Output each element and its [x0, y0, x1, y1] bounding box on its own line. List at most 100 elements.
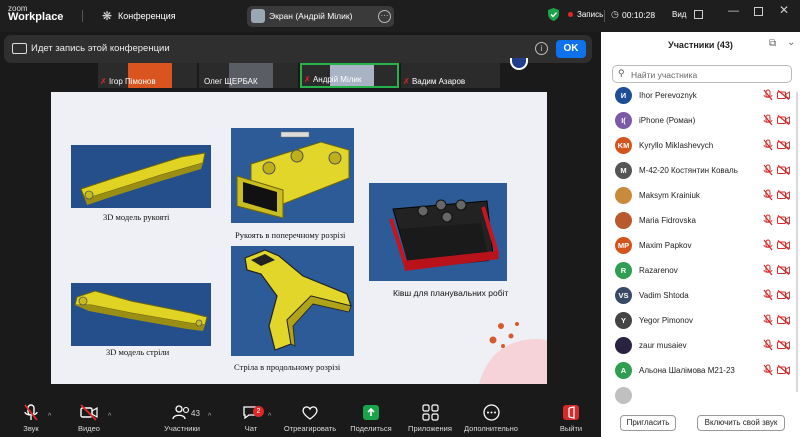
avatar: KM	[615, 137, 632, 154]
leave-button[interactable]: Выйти	[556, 404, 586, 434]
scrollbar[interactable]	[796, 92, 798, 392]
info-icon[interactable]: i	[535, 42, 548, 55]
participant-row[interactable]: I(iPhone (Роман)	[601, 109, 796, 134]
participant-row[interactable]: MP Maxim Papkov	[601, 234, 796, 259]
audio-label: Звук	[23, 424, 39, 433]
thumbnail-name: ✗ Ігор Пімонов	[100, 77, 156, 86]
participant-row[interactable]: А Альона Шалімова М21-23	[601, 359, 796, 384]
record-dot-icon	[568, 12, 573, 17]
grid-view-icon[interactable]	[694, 10, 703, 19]
avatar	[510, 58, 528, 70]
muted-mic-icon: ✗	[403, 77, 410, 86]
participants-caret-icon[interactable]: ^	[208, 413, 211, 420]
video-thumbnail[interactable]: ✗ Ігор Пімонов	[98, 63, 197, 88]
record-label[interactable]: Запись	[577, 10, 603, 19]
participant-name: Maksym Krainiuk	[639, 191, 700, 200]
muted-mic-icon	[763, 314, 773, 326]
muted-mic-icon	[763, 289, 773, 301]
handle-3d-caption: 3D модель рукояті	[103, 212, 170, 222]
chat-label: Чат	[244, 424, 258, 433]
recording-banner: Идет запись этой конференции i OK	[4, 35, 592, 63]
invite-button[interactable]: Пригласить	[620, 415, 676, 431]
conference-label[interactable]: Конференция	[118, 11, 176, 21]
video-off-icon	[80, 404, 98, 421]
participant-name: Razarenov	[639, 266, 678, 275]
react-button[interactable]: Отреагировать	[282, 404, 338, 434]
share-button[interactable]: Поделиться	[348, 404, 394, 434]
participant-row[interactable]: M M-42-20 Костянтин Коваль	[601, 159, 796, 184]
more-icon[interactable]: ···	[378, 10, 391, 23]
boom-3d-image	[71, 283, 211, 346]
participants-panel: Участники (43) ⧉ ⌄ ⚲ Найти участника И Ih…	[601, 32, 800, 437]
participant-name: Ihor Perevoznyk	[639, 91, 697, 100]
muted-mic-icon	[763, 89, 773, 101]
video-options-caret-icon[interactable]: ^	[108, 413, 111, 420]
thumbnail-name: Олег ЩЕРБАК	[204, 77, 258, 86]
screen-share-pill[interactable]: Экран (Андрій Мілик) ···	[247, 6, 394, 27]
participant-row[interactable]: И Ihor Perevoznyk	[601, 84, 796, 109]
participant-name: iPhone (Роман)	[639, 116, 696, 125]
video-off-icon	[777, 90, 790, 100]
view-label[interactable]: Вид	[672, 10, 686, 19]
avatar: VS	[615, 287, 632, 304]
screen-share-label: Экран (Андрій Мілик)	[269, 11, 353, 21]
participants-label: Участники	[164, 424, 200, 433]
muted-mic-icon	[763, 164, 773, 176]
video-thumbnail-active[interactable]: ✗ Андрій Мілик	[300, 63, 399, 88]
close-icon[interactable]: ✕	[779, 3, 789, 17]
muted-mic-icon	[763, 339, 773, 351]
avatar	[615, 212, 632, 229]
video-off-icon	[777, 240, 790, 250]
participant-name: Maria Fidrovska	[639, 216, 696, 225]
chat-caret-icon[interactable]: ^	[268, 413, 271, 420]
participant-name: Yegor Pimonov	[639, 316, 693, 325]
boom-3d-caption: 3D модель стріли	[106, 347, 170, 357]
divider	[82, 10, 83, 22]
video-off-icon	[777, 265, 790, 275]
ok-button[interactable]: OK	[556, 40, 586, 58]
audio-button[interactable]: Звук	[16, 404, 46, 434]
participant-row[interactable]: KM Kyryllo Miklashevych	[601, 134, 796, 159]
participant-row[interactable]: R Razarenov	[601, 259, 796, 284]
participant-name: Maxim Papkov	[639, 241, 692, 250]
video-off-icon	[777, 340, 790, 350]
thumbnail-name-text: Андрій Мілик	[312, 75, 362, 84]
leave-label: Выйти	[559, 424, 583, 433]
thumbnail-name: ✗ Андрій Мілик	[304, 75, 361, 84]
participant-row[interactable]	[601, 384, 796, 408]
video-label: Видео	[78, 424, 100, 433]
react-label: Отреагировать	[283, 424, 337, 433]
handle-3d-image	[71, 145, 211, 208]
more-label: Дополнительно	[464, 424, 518, 433]
bucket-image	[369, 183, 507, 281]
handle-section-image	[231, 128, 354, 223]
video-off-icon	[777, 215, 790, 225]
shield-icon[interactable]	[548, 8, 559, 21]
people-icon	[172, 405, 190, 420]
participant-row[interactable]: Maksym Krainiuk	[601, 184, 796, 209]
meeting-toolbar: Звук ^ Видео ^ Участники 43 ^ Чат 2 ^ От…	[0, 400, 600, 437]
video-off-icon	[777, 190, 790, 200]
video-button[interactable]: Видео	[74, 404, 104, 434]
decorative-shape	[479, 322, 547, 384]
unmute-self-button[interactable]: Включить свой звук	[697, 415, 785, 431]
participant-row[interactable]: zaur musaiev	[601, 334, 796, 359]
muted-mic-icon	[763, 239, 773, 251]
participant-row[interactable]: VS Vadim Shtoda	[601, 284, 796, 309]
participant-name: Альона Шалімова М21-23	[639, 366, 735, 375]
participant-row[interactable]: Y Yegor Pimonov	[601, 309, 796, 334]
muted-mic-icon	[763, 264, 773, 276]
video-off-icon	[777, 165, 790, 175]
meeting-timer: 00:10:28	[622, 10, 656, 20]
apps-button[interactable]: Приложения	[404, 404, 456, 434]
minimize-icon[interactable]: —	[728, 5, 739, 17]
participant-row[interactable]: Maria Fidrovska	[601, 209, 796, 234]
video-off-icon	[777, 290, 790, 300]
more-button[interactable]: Дополнительно	[460, 404, 522, 434]
avatar: MP	[615, 237, 632, 254]
maximize-icon[interactable]	[754, 7, 763, 16]
video-thumbnail[interactable]: ✗ Вадим Азаров	[401, 63, 500, 88]
thumbnail-name: ✗ Вадим Азаров	[403, 77, 465, 86]
video-thumbnail[interactable]: Олег ЩЕРБАК	[199, 63, 298, 88]
audio-options-caret-icon[interactable]: ^	[48, 413, 51, 420]
